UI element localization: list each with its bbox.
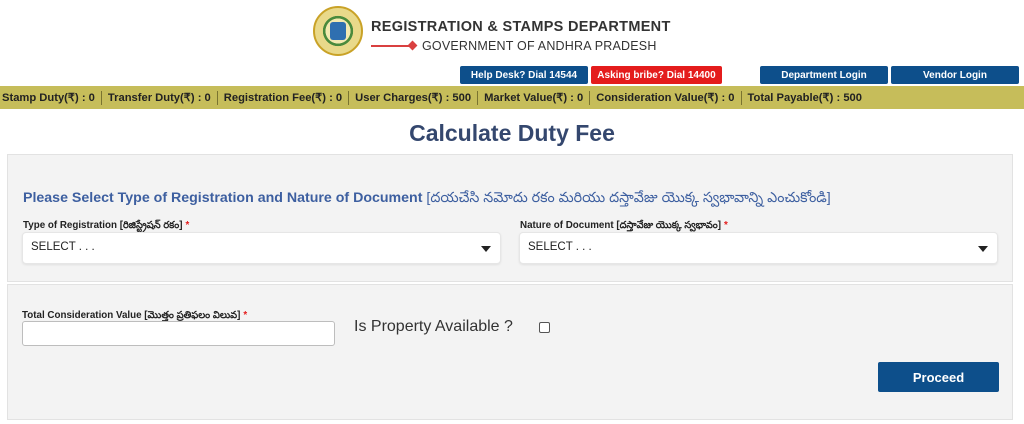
nature-of-document-label: Nature of Document [దస్తావేజు యొక్క స్వభ… <box>520 219 728 233</box>
nature-of-document-selected: SELECT . . . <box>528 241 592 253</box>
consideration-panel <box>7 284 1013 420</box>
property-available-label: Is Property Available ? <box>354 318 513 335</box>
vendor-login-button[interactable]: Vendor Login <box>891 66 1019 84</box>
emblem-logo-icon <box>313 6 363 56</box>
stamp-duty-value: Stamp Duty(₹) : 0 <box>0 90 102 105</box>
section-heading-telugu: [దయచేసి నమోదు రకం మరియు దస్తావేజు యొక్క … <box>426 190 831 206</box>
consideration-value-label-text: Total Consideration Value [మొత్తం ప్రతిఫ… <box>22 310 241 321</box>
property-available-checkbox[interactable] <box>539 322 550 333</box>
consideration-value-input[interactable] <box>22 321 335 346</box>
required-marker: * <box>185 220 190 231</box>
divider-line <box>371 45 411 47</box>
registration-type-selected: SELECT . . . <box>31 241 95 253</box>
user-charges-value: User Charges(₹) : 500 <box>349 90 479 105</box>
section-heading: Please Select Type of Registration and N… <box>23 190 831 209</box>
help-desk-button[interactable]: Help Desk? Dial 14544 <box>460 66 588 84</box>
transfer-duty-value: Transfer Duty(₹) : 0 <box>102 90 218 105</box>
page-title: Calculate Duty Fee <box>409 120 615 146</box>
registration-type-select[interactable]: SELECT . . . <box>22 232 501 264</box>
registration-type-label-text: Type of Registration [రిజిస్ట్రేషన్ రకం] <box>23 220 183 231</box>
department-login-button[interactable]: Department Login <box>760 66 888 84</box>
required-marker: * <box>724 220 728 231</box>
proceed-button[interactable]: Proceed <box>878 362 999 392</box>
site-header: REGISTRATION & STAMPS DEPARTMENT GOVERNM… <box>0 0 1024 86</box>
chevron-down-icon <box>978 246 988 252</box>
chevron-down-icon <box>481 246 491 252</box>
fee-summary-bar: Stamp Duty(₹) : 0 Transfer Duty(₹) : 0 R… <box>0 86 1024 109</box>
bribe-complaint-button[interactable]: Asking bribe? Dial 14400 <box>591 66 722 84</box>
department-title: REGISTRATION & STAMPS DEPARTMENT <box>371 19 671 35</box>
government-title: GOVERNMENT OF ANDHRA PRADESH <box>422 39 657 53</box>
section-heading-english: Please Select Type of Registration and N… <box>23 190 423 206</box>
nature-of-document-select[interactable]: SELECT . . . <box>519 232 998 264</box>
market-value-value: Market Value(₹) : 0 <box>478 90 591 105</box>
nature-of-document-label-text: Nature of Document [దస్తావేజు యొక్క స్వభ… <box>520 220 721 231</box>
consideration-value-value: Consideration Value(₹) : 0 <box>590 90 742 105</box>
diamond-icon <box>407 40 418 51</box>
registration-fee-value: Registration Fee(₹) : 0 <box>218 90 350 105</box>
total-payable-value: Total Payable(₹) : 500 <box>747 91 862 104</box>
required-marker: * <box>243 310 248 321</box>
registration-type-label: Type of Registration [రిజిస్ట్రేషన్ రకం]… <box>23 219 189 233</box>
